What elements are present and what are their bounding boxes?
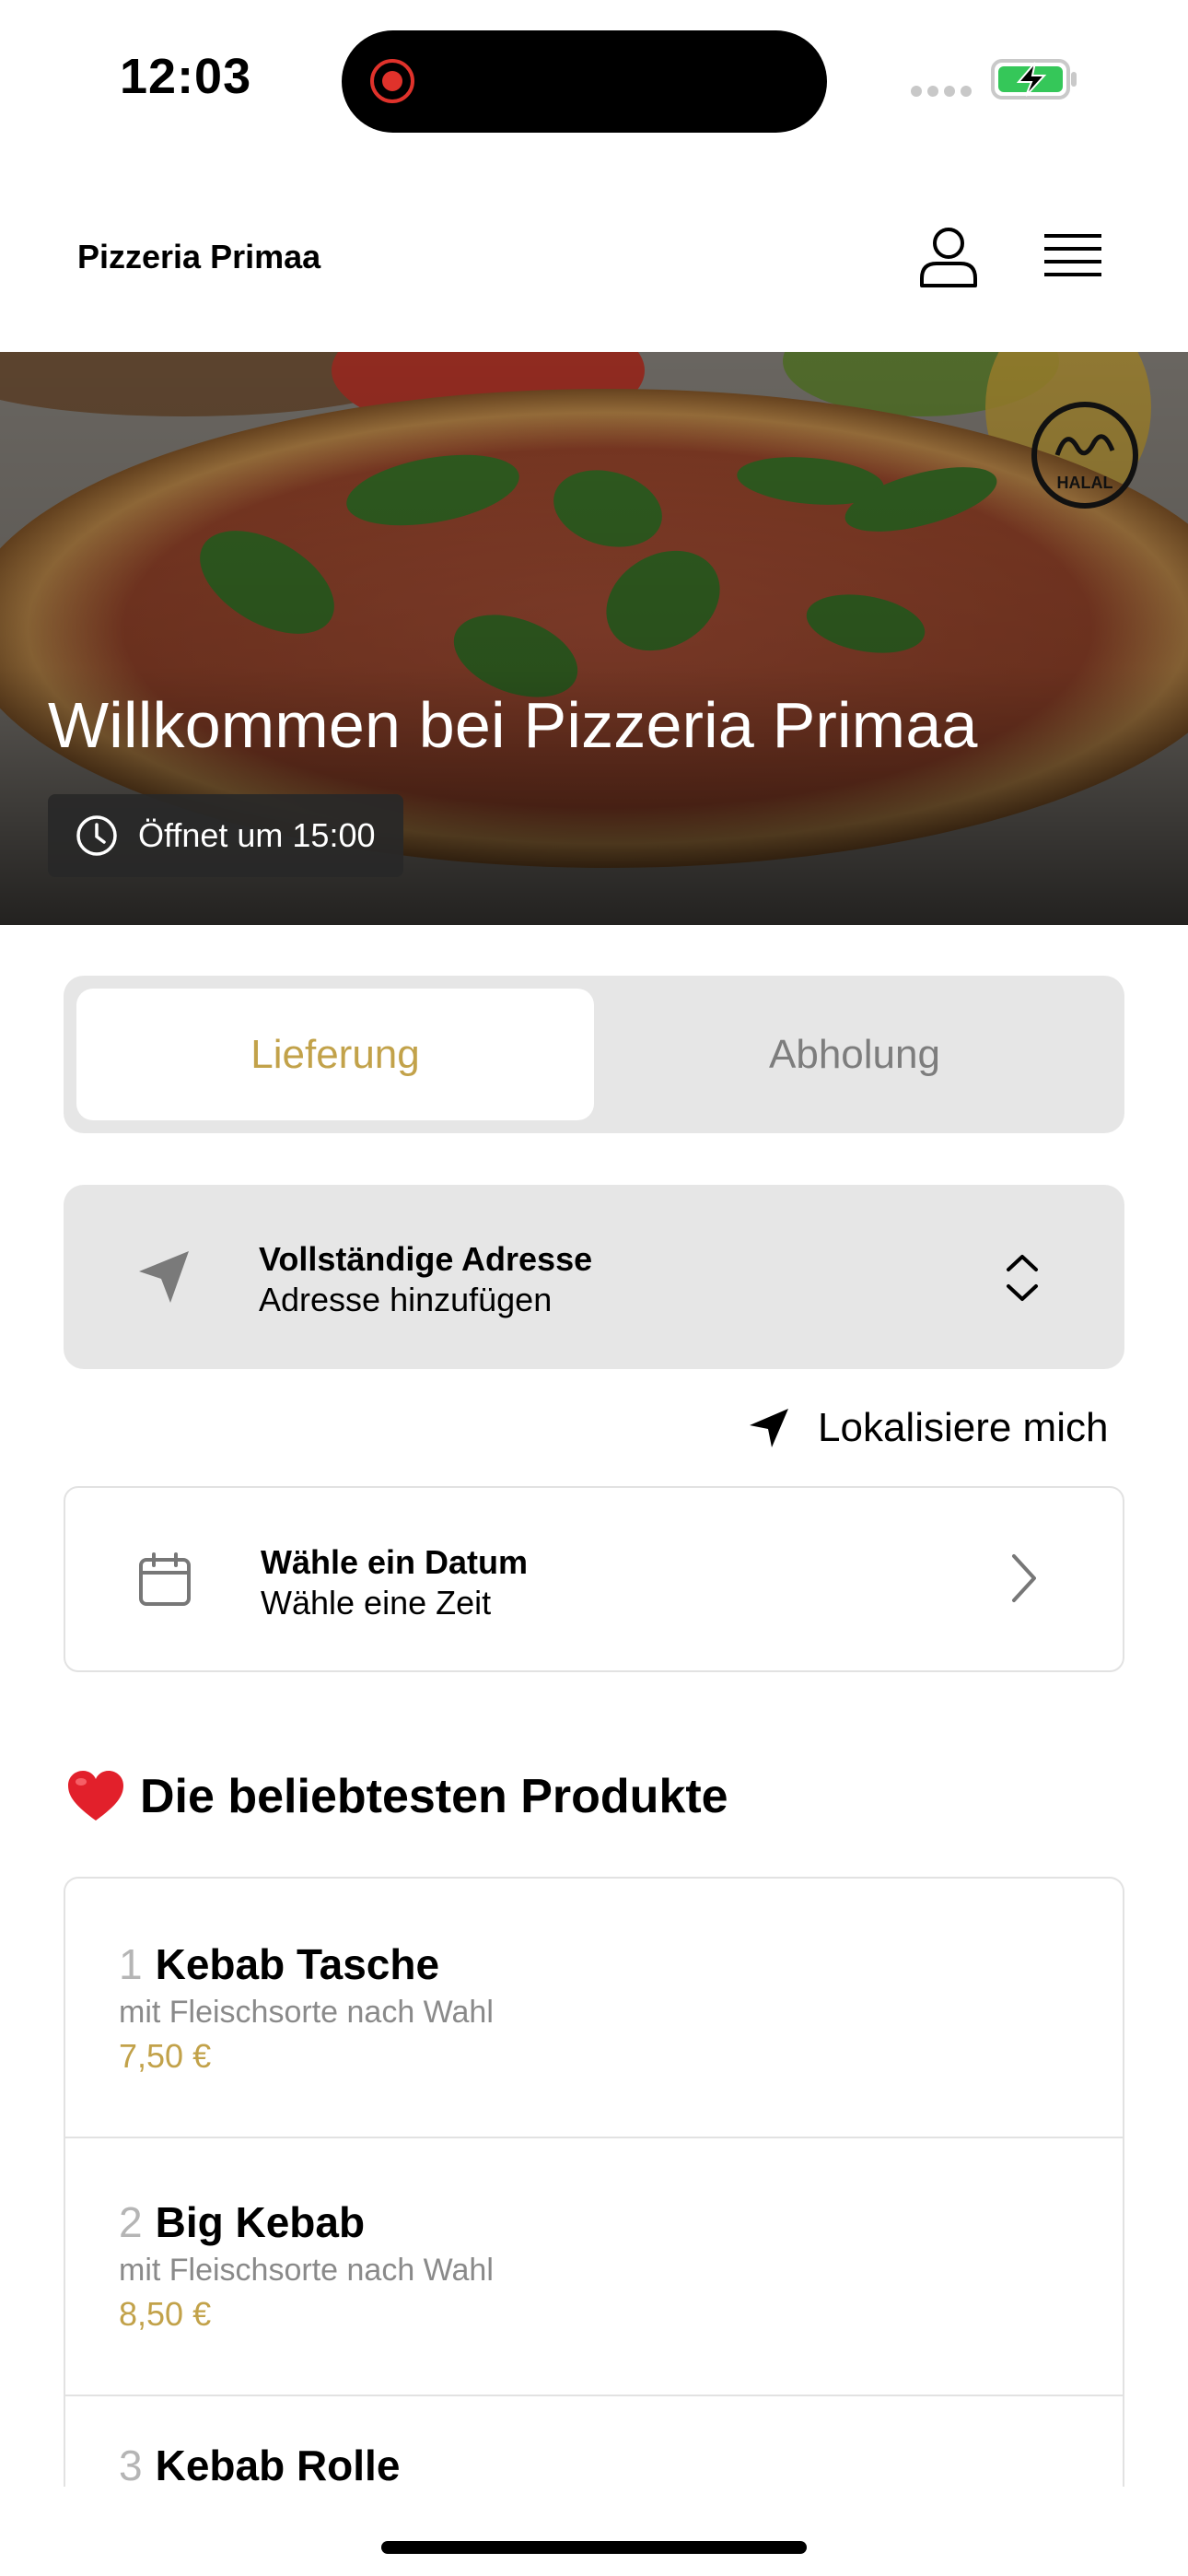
product-heading: 3 Kebab Rolle: [119, 2441, 400, 2487]
product-price: 8,50 €: [119, 2295, 212, 2333]
product-heading: 1 Kebab Tasche: [119, 1939, 439, 1989]
battery-charging-icon: [991, 59, 1077, 100]
signal-icon: [911, 86, 972, 97]
address-title: Vollständige Adresse: [259, 1240, 593, 1278]
locate-me-button[interactable]: Lokalisiere mich: [748, 1400, 1108, 1456]
opening-hours-text: Öffnet um 15:00: [138, 816, 376, 854]
hero-title: Willkommen bei Pizzeria Primaa: [48, 689, 978, 761]
menu-icon[interactable]: [1041, 230, 1105, 286]
date-time-selector[interactable]: Wähle ein Datum Wähle eine Zeit: [64, 1486, 1124, 1672]
product-name: Big Kebab: [155, 2198, 366, 2246]
calendar-icon: [139, 1552, 191, 1606]
product-item[interactable]: 3 Kebab Rolle: [65, 2395, 1123, 2487]
tab-delivery[interactable]: Lieferung: [76, 989, 594, 1120]
location-arrow-icon: [139, 1251, 189, 1303]
product-name: Kebab Rolle: [155, 2441, 401, 2487]
product-item[interactable]: 2 Big Kebab mit Fleischsorte nach Wahl 8,…: [65, 2137, 1123, 2396]
order-mode-tabs: Lieferung Abholung: [64, 976, 1124, 1133]
product-rank: 2: [119, 2198, 143, 2246]
product-price: 7,50 €: [119, 2037, 212, 2075]
brand-name[interactable]: Pizzeria Primaa: [77, 238, 320, 276]
popular-products-heading: Die beliebtesten Produkte: [66, 1769, 728, 1824]
home-indicator[interactable]: [381, 2541, 807, 2554]
product-description: mit Fleischsorte nach Wahl: [119, 2253, 494, 2288]
address-subtitle: Adresse hinzufügen: [259, 1281, 553, 1318]
halal-badge-icon: HALAL: [1031, 402, 1138, 509]
product-heading: 2 Big Kebab: [119, 2197, 365, 2247]
popular-products-list: 1 Kebab Tasche mit Fleischsorte nach Wahl…: [64, 1877, 1124, 2487]
app-header: Pizzeria Primaa: [0, 157, 1188, 352]
date-title: Wähle ein Datum: [261, 1543, 529, 1581]
chevron-up-down-icon: [1007, 1255, 1038, 1301]
status-time: 12:03: [120, 49, 252, 104]
user-account-icon[interactable]: [916, 225, 981, 289]
tab-pickup[interactable]: Abholung: [596, 989, 1113, 1120]
recording-indicator-icon: [370, 59, 414, 103]
heart-icon: [68, 1771, 123, 1821]
product-rank: 1: [119, 1940, 143, 1988]
time-subtitle: Wähle eine Zeit: [261, 1584, 492, 1622]
product-description: mit Fleischsorte nach Wahl: [119, 1995, 494, 2030]
opening-hours-badge: Öffnet um 15:00: [48, 794, 403, 877]
address-selector[interactable]: Vollständige Adresse Adresse hinzufügen: [64, 1185, 1124, 1369]
navigation-arrow-icon: [750, 1409, 788, 1447]
status-bar: 12:03: [0, 0, 1188, 157]
chevron-right-icon: [1012, 1554, 1036, 1602]
locate-me-label: Lokalisiere mich: [818, 1405, 1109, 1450]
popular-products-title: Die beliebtesten Produkte: [140, 1770, 728, 1823]
dynamic-island: [342, 30, 827, 133]
product-rank: 3: [119, 2441, 143, 2487]
clock-icon: [76, 815, 117, 856]
hero-banner: HALAL Willkommen bei Pizzeria Primaa Öff…: [0, 352, 1188, 925]
product-item[interactable]: 1 Kebab Tasche mit Fleischsorte nach Wahl…: [65, 1879, 1123, 2138]
halal-badge-text: HALAL: [1057, 474, 1113, 492]
product-name: Kebab Tasche: [155, 1940, 440, 1988]
